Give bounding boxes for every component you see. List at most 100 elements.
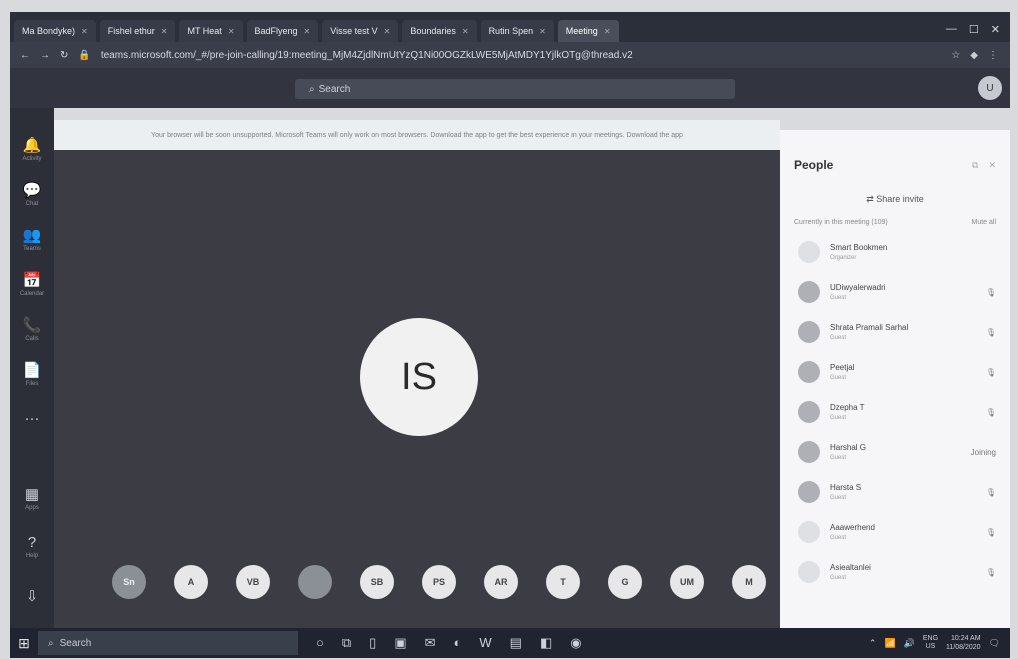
chrome-icon[interactable]: ◉ xyxy=(570,635,581,651)
outlook-icon[interactable]: ◧ xyxy=(540,635,552,651)
participant-avatar[interactable]: SB xyxy=(360,565,394,599)
close-icon[interactable]: ✕ xyxy=(991,23,1000,36)
participant-row[interactable]: Harsta S Guest 🎙 xyxy=(780,472,1010,512)
participant-avatar[interactable]: UM xyxy=(670,565,704,599)
clock[interactable]: 10:24 AM 11/08/2020 xyxy=(946,634,981,652)
rail-item[interactable]: 💬 Chat xyxy=(10,171,54,216)
volume-icon[interactable]: 🔊 xyxy=(904,638,915,649)
rail-item[interactable]: ▦ Apps xyxy=(10,475,54,520)
participant-avatar[interactable]: M xyxy=(732,565,766,599)
tab-close-icon[interactable]: ✕ xyxy=(228,27,235,36)
participant-name: Dzepha T xyxy=(830,403,865,412)
store-icon[interactable]: ▣ xyxy=(394,635,406,651)
tab-close-icon[interactable]: ✕ xyxy=(304,27,311,36)
mail-icon[interactable]: ✉ xyxy=(425,635,436,651)
reload-icon[interactable]: ↻ xyxy=(60,50,68,61)
participant-avatar[interactable]: Sn xyxy=(112,565,146,599)
participant-name: UDiwyalerwadri xyxy=(830,283,886,292)
tab-close-icon[interactable]: ✕ xyxy=(384,27,391,36)
tab-close-icon[interactable]: ✕ xyxy=(462,27,469,36)
rail-item[interactable]: 📅 Calendar xyxy=(10,261,54,306)
participant-avatar xyxy=(798,561,820,583)
participant-row[interactable]: Aaawerhend Guest 🎙 xyxy=(780,512,1010,552)
close-panel-icon[interactable]: ✕ xyxy=(988,160,996,171)
tab-close-icon[interactable]: ✕ xyxy=(539,27,546,36)
rail-item[interactable]: 🔔 Activity xyxy=(10,126,54,171)
participant-row[interactable]: Asiealtanlei Guest 🎙 xyxy=(780,552,1010,592)
language-indicator[interactable]: ENG US xyxy=(923,635,938,651)
maximize-icon[interactable]: ☐ xyxy=(969,23,979,36)
word-icon[interactable]: W xyxy=(479,635,491,651)
tab-close-icon[interactable]: ✕ xyxy=(81,27,88,36)
rail-item[interactable]: 📞 Calls xyxy=(10,306,54,351)
cortana-icon[interactable]: ○ xyxy=(316,635,324,651)
participant-avatar xyxy=(798,361,820,383)
pop-out-icon[interactable]: ⧉ xyxy=(972,160,978,171)
taskbar-search[interactable]: ⌕ Search xyxy=(38,631,298,655)
participant-avatar[interactable] xyxy=(298,565,332,599)
up-arrow-icon[interactable]: ⌃ xyxy=(869,638,877,649)
participant-avatar[interactable]: AR xyxy=(484,565,518,599)
rail-item[interactable]: ⇩ xyxy=(10,573,54,618)
participant-avatar[interactable]: A xyxy=(174,565,208,599)
photos-icon[interactable]: ▤ xyxy=(510,635,522,651)
rail-item[interactable]: 📄 Files xyxy=(10,351,54,396)
participant-avatar[interactable]: PS xyxy=(422,565,456,599)
participant-row[interactable]: Harshal G Guest Joining xyxy=(780,432,1010,472)
calendar-icon: 📅 xyxy=(22,271,42,289)
participant-role: Organizer xyxy=(830,255,857,261)
tab-close-icon[interactable]: ✕ xyxy=(161,27,168,36)
back-icon[interactable]: ← xyxy=(20,50,30,61)
mute-all-button[interactable]: Mute all xyxy=(971,219,996,226)
rail-item-label: Calendar xyxy=(19,290,45,297)
participant-name: Smart Bookmen xyxy=(830,243,888,252)
network-icon[interactable]: 📶 xyxy=(884,638,895,649)
edge-icon[interactable]: ◐ xyxy=(454,635,462,651)
lang-code: ENG xyxy=(922,635,939,642)
participant-name: Harsta S xyxy=(830,483,862,492)
browser-tab[interactable]: Rutin Spen ✕ xyxy=(480,20,554,42)
browser-tab[interactable]: BadFlyeng ✕ xyxy=(246,20,319,42)
bell-icon: 🔔 xyxy=(22,136,42,154)
participant-info: Harshal G Guest xyxy=(830,443,866,461)
browser-tab[interactable]: MT Heat ✕ xyxy=(179,20,243,42)
notifications-icon[interactable]: 🗨 xyxy=(989,638,1000,649)
participant-avatar[interactable]: G xyxy=(608,565,642,599)
star-icon[interactable]: ☆ xyxy=(951,50,960,61)
browser-tab[interactable]: Meeting ✕ xyxy=(557,20,619,42)
tab-close-icon[interactable]: ✕ xyxy=(604,27,611,36)
microphone-icon: 🎙 xyxy=(985,287,996,297)
participant-avatar[interactable]: VB xyxy=(236,565,270,599)
file-explorer-icon[interactable]: ▯ xyxy=(369,635,376,651)
browser-tab[interactable]: Fishel ethur ✕ xyxy=(99,20,176,42)
extension-icon[interactable]: ◆ xyxy=(970,50,978,61)
forward-icon[interactable]: → xyxy=(40,50,50,61)
browser-tab[interactable]: Ma Bondyke) ✕ xyxy=(14,20,96,42)
minimize-icon[interactable]: — xyxy=(946,23,957,36)
share-invite-button[interactable]: ⇄ Share invite xyxy=(780,194,1010,205)
url-field[interactable]: teams.microsoft.com/_#/pre-join-calling/… xyxy=(101,50,941,61)
browser-tab[interactable]: Boundaries ✕ xyxy=(402,20,477,42)
tab-label: BadFlyeng xyxy=(254,26,298,36)
teams-search-input[interactable]: ⌕ Search xyxy=(295,79,735,99)
windows-taskbar: ⊞ ⌕ Search ○ ⧉ ▯ ▣ ✉ ◐ W ▤ ◧ ◉ ⌃ 📶 🔊 ENG… xyxy=(10,628,1010,658)
participant-role: Guest xyxy=(830,455,847,461)
profile-avatar[interactable]: U xyxy=(978,76,1002,100)
task-view-icon[interactable]: ⧉ xyxy=(342,635,351,651)
participant-row[interactable]: Peetjal Guest 🎙 xyxy=(780,352,1010,392)
participant-row[interactable]: Smart Bookmen Organizer xyxy=(780,232,1010,272)
rail-item[interactable]: ··· xyxy=(10,396,54,441)
people-header: People ⧉ ✕ xyxy=(780,130,1010,172)
share-invite-label: Share invite xyxy=(876,194,924,204)
browser-tab[interactable]: Visse test V ✕ xyxy=(322,20,399,42)
windows-start-icon[interactable]: ⊞ xyxy=(10,635,38,652)
apps-icon: ▦ xyxy=(24,485,40,503)
rail-item[interactable]: ? Help xyxy=(10,524,54,569)
participant-row[interactable]: Shrata Pramali Sarhal Guest 🎙 xyxy=(780,312,1010,352)
menu-icon[interactable]: ⋮ xyxy=(988,50,998,61)
rail-item-label: Calls xyxy=(25,335,39,342)
participant-avatar[interactable]: T xyxy=(546,565,580,599)
participant-row[interactable]: UDiwyalerwadri Guest 🎙 xyxy=(780,272,1010,312)
rail-item[interactable]: 👥 Teams xyxy=(10,216,54,261)
participant-row[interactable]: Dzepha T Guest 🎙 xyxy=(780,392,1010,432)
